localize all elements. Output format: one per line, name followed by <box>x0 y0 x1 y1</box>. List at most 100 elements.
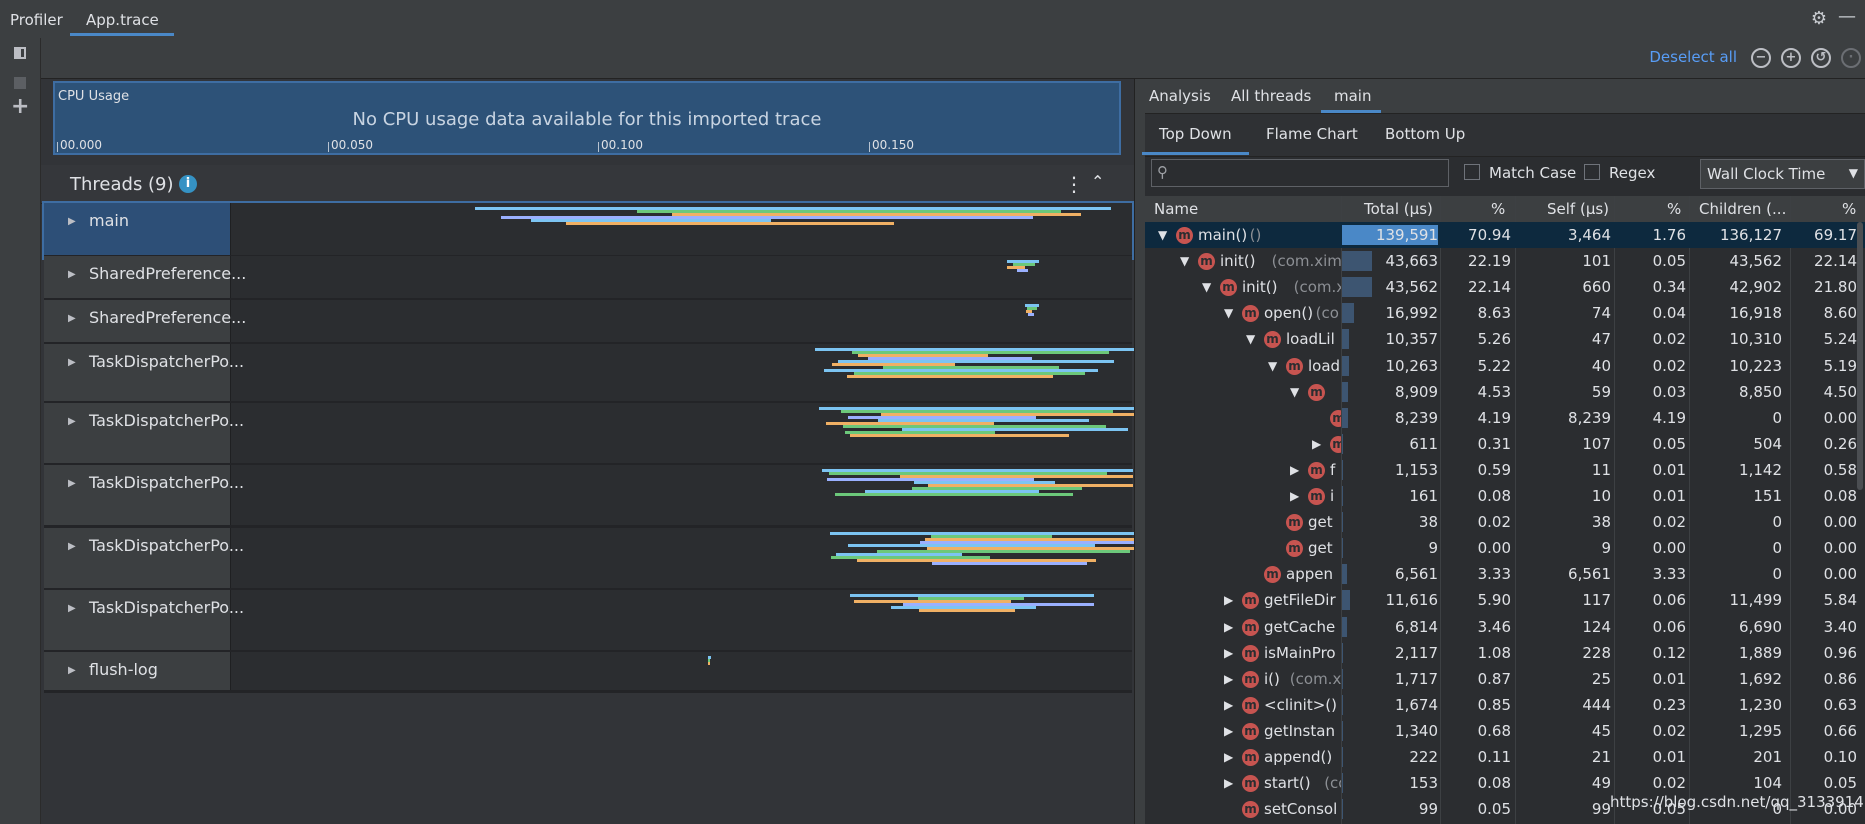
expand-arrow-icon[interactable]: ▶ <box>1224 750 1233 764</box>
thread-trace-track[interactable] <box>231 300 1132 342</box>
table-row[interactable]: ▶ m i() (com.xi 1,717 0.87 25 0.01 1,692 0.86 <box>1145 666 1865 692</box>
thread-trace-track[interactable] <box>231 652 1132 690</box>
thread-row[interactable]: ▶ TaskDispatcherPo... <box>44 465 1133 528</box>
expand-arrow-icon[interactable]: ▶ <box>1224 646 1233 660</box>
expand-arrow-icon[interactable]: ▶ <box>68 478 76 489</box>
table-row[interactable]: ▶ m f 1,153 0.59 11 0.01 1,142 0.58 <box>1145 457 1865 483</box>
collapse-arrow-icon[interactable]: ▼ <box>1180 254 1189 268</box>
collapse-arrow-icon[interactable]: ▼ <box>1290 385 1299 399</box>
expand-arrow-icon[interactable]: ▶ <box>1312 437 1321 451</box>
expand-arrow-icon[interactable]: ▶ <box>1224 776 1233 790</box>
thread-trace-track[interactable] <box>231 344 1135 401</box>
thread-trace-track[interactable] <box>231 465 1133 525</box>
match-case-checkbox[interactable] <box>1464 164 1480 180</box>
expand-arrow-icon[interactable]: ▶ <box>1224 698 1233 712</box>
table-row[interactable]: ▶ m <clinit>() 1,674 0.85 444 0.23 1,230 0.63 <box>1145 692 1865 718</box>
tab-all-threads[interactable]: All threads <box>1231 87 1311 105</box>
thread-name-cell[interactable]: ▶ SharedPreference... <box>44 300 246 342</box>
settings-gear-icon[interactable]: ⚙ <box>1810 10 1828 28</box>
sessions-panel-icon[interactable] <box>14 47 26 59</box>
table-row[interactable]: ▼ m loadLil 10,357 5.26 47 0.02 10,310 5.24 <box>1145 326 1865 352</box>
table-row[interactable]: ▼ m main() () 139,591 70.94 3,464 1.76 136,127 6… <box>1145 222 1865 248</box>
column-header-total-pct[interactable]: % <box>1491 200 1505 218</box>
table-row[interactable]: ▶ m isMainPro 2,117 1.08 228 0.12 1,889 0.96 <box>1145 640 1865 666</box>
deselect-all-link[interactable]: Deselect all <box>1649 48 1737 66</box>
tab-main[interactable]: main <box>1334 87 1371 105</box>
minimize-icon[interactable]: — <box>1838 8 1856 26</box>
expand-arrow-icon[interactable]: ▶ <box>68 269 76 280</box>
info-icon[interactable]: i <box>179 175 197 193</box>
zoom-in-icon[interactable]: + <box>1781 48 1801 68</box>
expand-arrow-icon[interactable]: ▶ <box>68 357 76 368</box>
expand-arrow-icon[interactable]: ▶ <box>68 313 76 324</box>
thread-trace-track[interactable] <box>231 590 1132 650</box>
search-input[interactable] <box>1151 159 1449 187</box>
thread-row[interactable]: ▶ SharedPreference... <box>44 256 1132 301</box>
thread-row[interactable]: ▶ TaskDispatcherPo... <box>44 403 1139 466</box>
tab-bottom-up[interactable]: Bottom Up <box>1385 125 1465 143</box>
table-row[interactable]: ▼ m load 10,263 5.22 40 0.02 10,223 5.19 <box>1145 353 1865 379</box>
thread-name-cell[interactable]: ▶ flush-log <box>44 652 231 690</box>
table-row[interactable]: m get 38 0.02 38 0.02 0 0.00 <box>1145 509 1865 535</box>
jump-to-live-icon[interactable]: · <box>1841 48 1861 68</box>
expand-arrow-icon[interactable]: ▶ <box>1224 724 1233 738</box>
table-row[interactable]: ▼ m open() (co 16,992 8.63 74 0.04 16,918 8.60 <box>1145 300 1865 326</box>
table-row[interactable]: m appen 6,561 3.33 6,561 3.33 0 0.00 <box>1145 561 1865 587</box>
column-header-self-pct[interactable]: % <box>1667 200 1681 218</box>
tab-profiler[interactable]: Profiler <box>10 0 63 38</box>
expand-arrow-icon[interactable]: ▶ <box>1290 489 1299 503</box>
more-options-icon[interactable]: ⋮ <box>1064 172 1084 196</box>
table-row[interactable]: m get 9 0.00 9 0.00 0 0.00 <box>1145 535 1865 561</box>
table-row[interactable]: ▶ m getInstan 1,340 0.68 45 0.02 1,295 0.66 <box>1145 718 1865 744</box>
thread-name-cell[interactable]: ▶ TaskDispatcherPo... <box>44 344 244 401</box>
table-row[interactable]: m 8,239 4.19 8,239 4.19 0 0.00 <box>1145 405 1865 431</box>
regex-checkbox[interactable] <box>1584 164 1600 180</box>
table-row[interactable]: ▼minit() (com.xi43,56222.146600.3442,902… <box>1145 274 1865 300</box>
thread-trace-track[interactable] <box>231 203 1132 255</box>
thread-name-cell[interactable]: ▶ TaskDispatcherPo... <box>44 403 244 463</box>
collapse-arrow-icon[interactable]: ▼ <box>1268 359 1277 373</box>
expand-arrow-icon[interactable]: ▶ <box>1290 463 1299 477</box>
expand-arrow-icon[interactable]: ▶ <box>68 541 76 552</box>
collapse-arrow-icon[interactable]: ▼ <box>1158 228 1167 242</box>
thread-name-cell[interactable]: ▶ TaskDispatcherPo... <box>44 528 244 588</box>
expand-arrow-icon[interactable]: ▶ <box>68 603 76 614</box>
table-row[interactable]: ▶ m append() 222 0.11 21 0.01 201 0.10 <box>1145 744 1865 770</box>
column-header-children-pct[interactable]: % <box>1842 200 1856 218</box>
expand-arrow-icon[interactable]: ▶ <box>1224 672 1233 686</box>
expand-arrow-icon[interactable]: ▶ <box>68 216 76 227</box>
thread-row[interactable]: ▶ SharedPreference... <box>44 300 1132 345</box>
thread-row[interactable]: ▶ main <box>42 201 1134 260</box>
zoom-out-icon[interactable]: − <box>1751 48 1771 68</box>
table-row[interactable]: ▶ m getFileDir 11,616 5.90 117 0.06 11,499 5.84 <box>1145 587 1865 613</box>
reset-zoom-icon[interactable]: ↺ <box>1811 48 1831 68</box>
expand-arrow-icon[interactable]: ▶ <box>68 416 76 427</box>
tab-flame-chart[interactable]: Flame Chart <box>1266 125 1358 143</box>
thread-row[interactable]: ▶ TaskDispatcherPo... <box>44 344 1135 404</box>
thread-name-cell[interactable]: ▶ main <box>44 203 231 255</box>
collapse-arrow-icon[interactable]: ▼ <box>1202 280 1211 294</box>
table-row[interactable]: ▼ m 8,909 4.53 59 0.03 8,850 4.50 <box>1145 379 1865 405</box>
column-header-total[interactable]: Total (μs) <box>1364 200 1433 218</box>
thread-row[interactable]: ▶ flush-log <box>44 652 1132 693</box>
thread-row[interactable]: ▶ TaskDispatcherPo... <box>44 528 1139 591</box>
table-scrollbar[interactable] <box>1857 222 1863 490</box>
table-row[interactable]: ▶ m 611 0.31 107 0.05 504 0.26 <box>1145 431 1865 457</box>
thread-name-cell[interactable]: ▶ TaskDispatcherPo... <box>44 590 244 650</box>
thread-trace-track[interactable] <box>231 528 1139 588</box>
tab-top-down[interactable]: Top Down <box>1159 125 1232 143</box>
column-header-self[interactable]: Self (μs) <box>1547 200 1609 218</box>
threads-header[interactable] <box>41 165 1134 204</box>
expand-arrow-icon[interactable]: ▶ <box>1224 593 1233 607</box>
expand-arrow-icon[interactable]: ▶ <box>68 665 76 676</box>
collapse-chevron-icon[interactable]: ⌃ <box>1091 172 1104 191</box>
thread-row[interactable]: ▶ TaskDispatcherPo... <box>44 590 1132 653</box>
thread-name-cell[interactable]: ▶ TaskDispatcherPo... <box>44 465 244 525</box>
collapse-arrow-icon[interactable]: ▼ <box>1246 332 1255 346</box>
collapse-arrow-icon[interactable]: ▼ <box>1224 306 1233 320</box>
tab-analysis[interactable]: Analysis <box>1149 87 1211 105</box>
table-row[interactable]: ▶ m i 161 0.08 10 0.01 151 0.08 <box>1145 483 1865 509</box>
column-header-children[interactable]: Children (... <box>1699 200 1786 218</box>
expand-arrow-icon[interactable]: ▶ <box>1224 620 1233 634</box>
add-icon[interactable]: + <box>11 94 29 119</box>
